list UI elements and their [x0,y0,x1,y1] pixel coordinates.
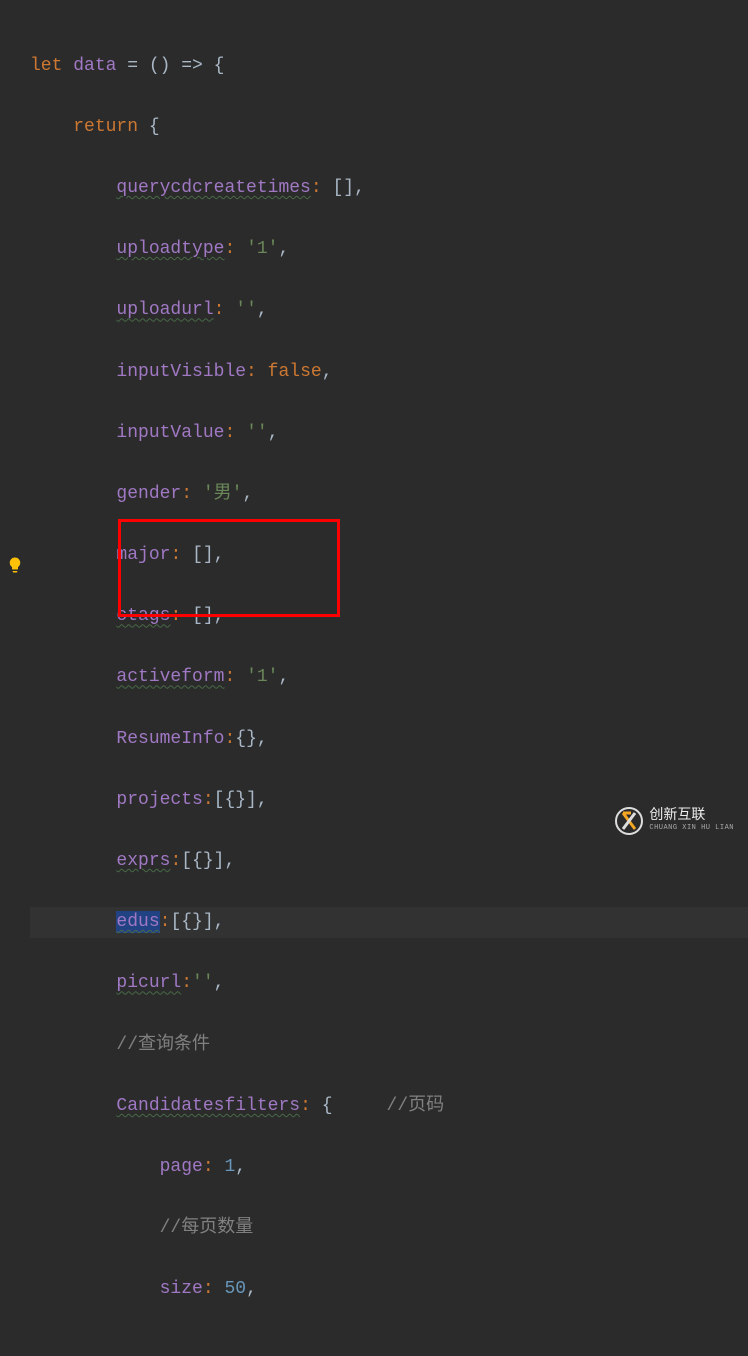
code-line: inputValue: '', [30,418,748,449]
code-line: size: 50, [30,1274,748,1305]
code-line: return { [30,112,748,143]
code-line-highlighted: edus:[{}], [30,907,748,938]
code-line: uploadtype: '1', [30,234,748,265]
code-line: let data = () => { [30,51,748,82]
code-line: exprs:[{}], [30,846,748,877]
watermark-text: 创新互联 [649,807,734,822]
code-line: querycdcreatetimes: [], [30,173,748,204]
code-editor[interactable]: let data = () => { return { querycdcreat… [0,0,748,1356]
watermark: 创新互联 CHUANG XIN HU LIAN [615,807,734,835]
code-line: //每页数量 [30,1213,748,1244]
code-line: //查询条件 [30,1030,748,1061]
code-line: ctags: [], [30,601,748,632]
watermark-logo-icon [615,807,643,835]
code-line: gender: '男', [30,479,748,510]
lightbulb-icon[interactable] [6,554,24,576]
code-line: ResumeInfo:{}, [30,724,748,755]
code-line: major: [], [30,540,748,571]
code-line: picurl:'', [30,968,748,999]
code-line: inputVisible: false, [30,357,748,388]
code-line: activeform: '1', [30,662,748,693]
code-line: uploadurl: '', [30,295,748,326]
code-line: page: 1, [30,1152,748,1183]
watermark-subtext: CHUANG XIN HU LIAN [649,823,734,835]
code-line: Candidatesfilters: { //页码 [30,1091,748,1122]
